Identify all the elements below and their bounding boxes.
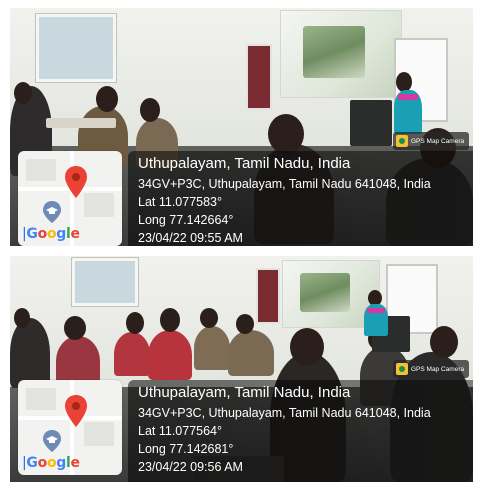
location-info: Uthupalayam, Tamil Nadu, India 34GV+P3C,… xyxy=(128,380,473,482)
student xyxy=(148,330,192,380)
teacher-sari xyxy=(367,308,385,313)
student xyxy=(114,332,150,376)
student xyxy=(56,336,100,386)
window xyxy=(36,14,116,82)
longitude: Long 77.142664° xyxy=(138,213,234,227)
address-title: Uthupalayam, Tamil Nadu, India xyxy=(138,384,351,401)
wall-poster xyxy=(256,268,280,324)
student-head xyxy=(268,114,304,154)
map-pin-icon xyxy=(65,395,87,427)
map-pin-icon xyxy=(65,166,87,198)
gps-camera-badge: GPS Map Camera xyxy=(393,132,469,150)
latitude: Lat 11.077564° xyxy=(138,424,223,438)
projected-slide xyxy=(302,26,365,79)
window xyxy=(72,258,138,306)
classroom-photo-2: GPS Map Camera |Google Uthupalayam, Tami… xyxy=(10,256,473,482)
student-head xyxy=(126,312,144,334)
gps-camera-badge: GPS Map Camera xyxy=(393,360,469,378)
plus-code-address: 34GV+P3C, Uthupalayam, Tamil Nadu 641048… xyxy=(138,406,431,420)
timestamp: 23/04/22 09:55 AM xyxy=(138,231,243,245)
student-head xyxy=(14,82,32,104)
student xyxy=(10,318,50,388)
google-logo: |Google xyxy=(22,455,80,471)
student-head xyxy=(290,328,324,366)
timestamp: 23/04/22 09:56 AM xyxy=(138,460,243,474)
address-title: Uthupalayam, Tamil Nadu, India xyxy=(138,155,351,172)
student-head xyxy=(236,314,254,334)
graduation-cap-icon xyxy=(43,430,61,452)
student xyxy=(228,330,274,376)
longitude: Long 77.142681° xyxy=(138,442,234,456)
graduation-cap-icon xyxy=(43,201,61,223)
projector-screen xyxy=(280,10,402,98)
desk xyxy=(46,118,116,128)
student-head xyxy=(200,308,218,328)
plus-code-address: 34GV+P3C, Uthupalayam, Tamil Nadu 641048… xyxy=(138,177,431,191)
student-head xyxy=(64,316,86,340)
student-head xyxy=(96,86,118,112)
location-info: Uthupalayam, Tamil Nadu, India 34GV+P3C,… xyxy=(128,151,473,246)
gps-camera-icon xyxy=(396,363,408,375)
classroom-photo-1: GPS Map Camera |Google Uthupalayam, Tami… xyxy=(10,8,473,246)
latitude: Lat 11.077583° xyxy=(138,195,223,209)
location-map: |Google xyxy=(18,151,122,246)
lectern xyxy=(350,100,392,146)
teacher-sari xyxy=(398,94,418,100)
google-logo: |Google xyxy=(22,226,80,242)
teacher-head xyxy=(396,72,412,92)
location-map: |Google xyxy=(18,380,122,475)
wall-poster xyxy=(246,44,272,110)
student-head xyxy=(140,98,160,122)
badge-label: GPS Map Camera xyxy=(411,365,465,373)
gps-camera-icon xyxy=(396,135,408,147)
student-head xyxy=(14,308,30,328)
student-head xyxy=(430,326,458,358)
student xyxy=(194,326,230,370)
badge-label: GPS Map Camera xyxy=(411,137,465,145)
student-head xyxy=(160,308,180,332)
projected-slide xyxy=(300,272,351,313)
